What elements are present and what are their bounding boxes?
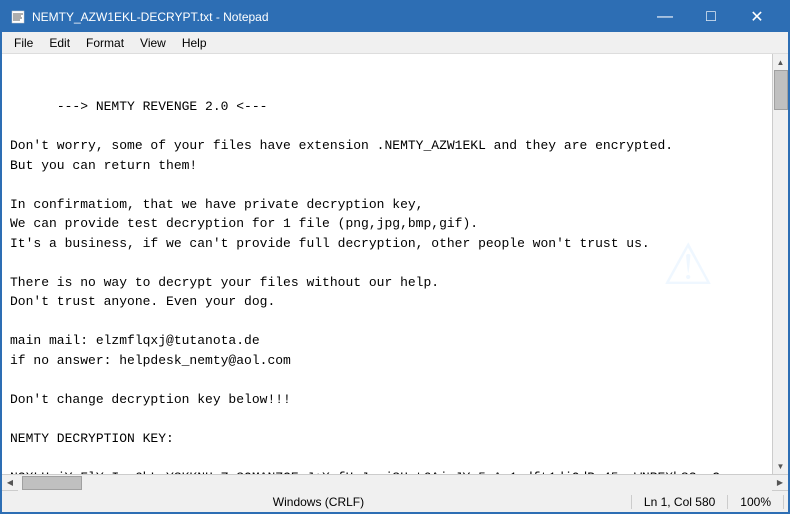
app-icon [10, 9, 26, 25]
scroll-bottom-track[interactable] [18, 475, 772, 491]
scroll-up-arrow[interactable]: ▲ [773, 54, 789, 70]
menu-bar: File Edit Format View Help [2, 32, 788, 54]
scroll-right-arrow[interactable]: ▶ [772, 475, 788, 491]
notepad-window: NEMTY_AZW1EKL-DECRYPT.txt - Notepad — □ … [0, 0, 790, 514]
horizontal-scrollbar[interactable]: ◀ ▶ [2, 474, 788, 490]
scroll-down-arrow[interactable]: ▼ [773, 458, 789, 474]
window-title: NEMTY_AZW1EKL-DECRYPT.txt - Notepad [32, 10, 642, 24]
menu-format[interactable]: Format [78, 34, 132, 52]
menu-view[interactable]: View [132, 34, 174, 52]
status-bar: Windows (CRLF) Ln 1, Col 580 100% [2, 490, 788, 512]
status-line-col: Ln 1, Col 580 [632, 495, 728, 509]
menu-help[interactable]: Help [174, 34, 215, 52]
editor-area: ⚠ ---> NEMTY REVENGE 2.0 <--- Don't worr… [2, 54, 788, 474]
close-button[interactable]: ✕ [734, 2, 780, 32]
menu-file[interactable]: File [6, 34, 41, 52]
maximize-button[interactable]: □ [688, 2, 734, 32]
scroll-thumb[interactable] [774, 70, 788, 110]
editor-text: ---> NEMTY REVENGE 2.0 <--- Don't worry,… [10, 99, 728, 474]
scroll-track[interactable] [773, 70, 789, 458]
title-bar: NEMTY_AZW1EKL-DECRYPT.txt - Notepad — □ … [2, 2, 788, 32]
vertical-scrollbar[interactable]: ▲ ▼ [772, 54, 788, 474]
scroll-left-arrow[interactable]: ◀ [2, 475, 18, 491]
text-editor[interactable]: ⚠ ---> NEMTY REVENGE 2.0 <--- Don't worr… [2, 54, 772, 474]
scroll-bottom-thumb[interactable] [22, 476, 82, 490]
minimize-button[interactable]: — [642, 2, 688, 32]
status-zoom: 100% [728, 495, 784, 509]
window-controls: — □ ✕ [642, 2, 780, 32]
watermark: ⚠ [664, 204, 712, 324]
menu-edit[interactable]: Edit [41, 34, 78, 52]
status-encoding: Windows (CRLF) [6, 495, 632, 509]
